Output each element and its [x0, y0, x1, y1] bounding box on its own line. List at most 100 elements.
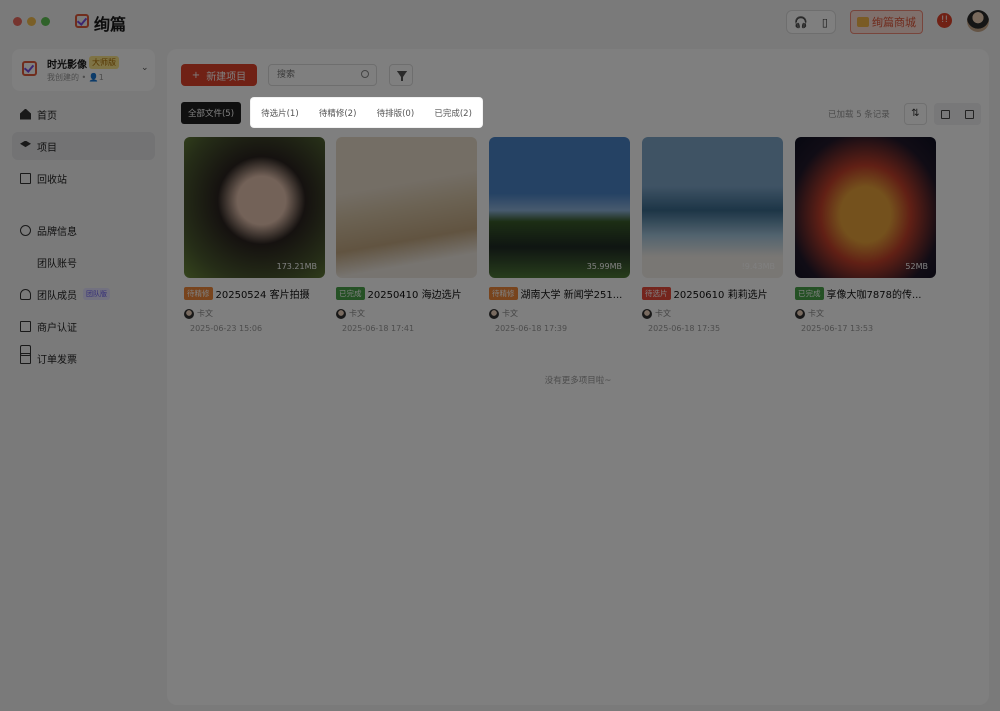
status-badge: 待精修 [184, 287, 213, 300]
project-time: 2025-06-23 15:06 [190, 324, 263, 333]
project-title: 湖南大学 新闻学251... [520, 290, 623, 301]
store-label: 绚篇商城 [872, 16, 916, 29]
owner-avatar [336, 308, 346, 319]
nav-label: 品牌信息 [37, 226, 77, 238]
document-icon [20, 320, 31, 332]
nav-item-merchant-verify[interactable]: 商户认证 [12, 312, 155, 340]
filter-button[interactable] [389, 64, 413, 86]
project-card[interactable]: 52MB 已完成 享像大咖7878的传... 卡文 2025-06-17 13:… [795, 137, 936, 333]
project-title: 20250524 客片拍摄 [215, 290, 310, 301]
tab-pending-retouch[interactable]: 待精修(2) [319, 107, 357, 119]
owner-name: 卡文 [502, 309, 518, 318]
project-title-row: 待精修 湖南大学 新闻学251... [489, 286, 630, 301]
project-card[interactable]: 已完成 20250410 海边选片 卡文 2025-06-18 17:41 [336, 137, 477, 333]
nav-item-home[interactable]: 首页 [12, 100, 155, 128]
notification-badge[interactable]: !! [937, 13, 952, 28]
owner-row: 卡文 [489, 308, 630, 319]
phone-icon[interactable]: ▯ [822, 16, 828, 29]
view-toggle [934, 103, 981, 125]
project-time: 2025-06-18 17:35 [648, 324, 721, 333]
project-thumbnail[interactable] [336, 137, 477, 278]
status-badge: 已完成 [795, 287, 824, 300]
owner-row: 卡文 [336, 308, 477, 319]
app-window: 绚篇 🎧 ▯ 绚篇商城 !! 时光影像 大师版 我创建的 • 👤1 ⌄ 首页 项… [0, 0, 1000, 711]
nav-label: 团队成员 [37, 290, 77, 302]
owner-name: 卡文 [349, 309, 365, 318]
project-title: 20250610 莉莉选片 [673, 290, 768, 301]
headset-icon[interactable]: 🎧 [794, 16, 808, 29]
project-card[interactable]: 35.99MB 待精修 湖南大学 新闻学251... 卡文 2025-06-18… [489, 137, 630, 333]
project-thumbnail[interactable]: 173.21MB [184, 137, 325, 278]
nav-label: 项目 [37, 142, 57, 154]
tab-pending-select[interactable]: 待选片(1) [261, 107, 299, 119]
tab-pending-layout[interactable]: 待排版(0) [377, 107, 415, 119]
tab-all-files[interactable]: 全部文件(5) [181, 102, 241, 124]
status-badge: 待选片 [642, 287, 671, 300]
main-panel: + 新建项目 全部文件(5) 已加载 5 条记录 ⇅ 173.21MB 待精修 … [167, 49, 989, 705]
file-size: 52MB [905, 262, 928, 271]
nav-item-trash[interactable]: 回收站 [12, 164, 155, 192]
owner-avatar [642, 308, 652, 319]
home-icon [20, 108, 31, 120]
project-title-row: 待精修 20250524 客片拍摄 [184, 286, 325, 301]
people-icon [20, 288, 31, 300]
brand-icon [20, 224, 31, 236]
project-thumbnail[interactable]: !9.43MB [642, 137, 783, 278]
owner-avatar [489, 308, 499, 319]
zoom-window-button[interactable] [41, 17, 50, 26]
new-project-button[interactable]: + 新建项目 [181, 64, 257, 86]
grid-view-icon[interactable] [964, 109, 974, 119]
file-size: 35.99MB [586, 262, 622, 271]
nav-item-brand[interactable]: 品牌信息 [12, 216, 155, 244]
new-project-label: 新建项目 [206, 71, 247, 83]
nav-label: 团队账号 [37, 258, 77, 270]
no-more-text: 没有更多项目啦~ [544, 376, 612, 386]
file-size: 173.21MB [276, 262, 317, 271]
project-thumbnail[interactable]: 35.99MB [489, 137, 630, 278]
project-time: 2025-06-18 17:41 [342, 324, 415, 333]
nav-item-team-members[interactable]: 团队成员 团队版 [12, 280, 155, 308]
team-subtitle: 我创建的 • 👤1 [47, 73, 104, 82]
chevron-down-icon: ⌄ [141, 63, 149, 73]
trash-icon [20, 172, 31, 184]
sort-button[interactable]: ⇅ [904, 103, 927, 125]
team-edition-tag: 团队版 [83, 288, 110, 300]
project-title-row: 待选片 20250610 莉莉选片 [642, 286, 783, 301]
owner-avatar [184, 308, 194, 319]
nav-label: 回收站 [37, 174, 67, 186]
device-switcher: 🎧 ▯ [786, 10, 836, 34]
nav-item-team-account[interactable]: 团队账号 [12, 248, 155, 356]
invoice-icon [20, 352, 31, 364]
tab-completed[interactable]: 已完成(2) [434, 107, 472, 119]
close-window-button[interactable] [13, 17, 22, 26]
project-thumbnail[interactable]: 52MB [795, 137, 936, 278]
project-time: 2025-06-18 17:39 [495, 324, 568, 333]
project-time: 2025-06-17 13:53 [801, 324, 874, 333]
minimize-window-button[interactable] [27, 17, 36, 26]
owner-name: 卡文 [197, 309, 213, 318]
list-view-icon[interactable] [941, 109, 951, 119]
crown-icon [857, 17, 869, 27]
project-card[interactable]: 173.21MB 待精修 20250524 客片拍摄 卡文 2025-06-23… [184, 137, 325, 333]
project-title-row: 已完成 享像大咖7878的传... [795, 286, 936, 301]
owner-row: 卡文 [642, 308, 783, 319]
project-title: 享像大咖7878的传... [826, 290, 922, 301]
project-title-row: 已完成 20250410 海边选片 [336, 286, 477, 301]
user-avatar[interactable] [967, 10, 989, 32]
nav-label: 商户认证 [37, 322, 77, 334]
nav-item-invoices[interactable]: 订单发票 [12, 344, 155, 372]
owner-row: 卡文 [795, 308, 936, 319]
nav-label: 首页 [37, 110, 57, 122]
project-card[interactable]: !9.43MB 待选片 20250610 莉莉选片 卡文 2025-06-18 … [642, 137, 783, 333]
layers-icon [20, 140, 31, 148]
nav-label: 订单发票 [37, 354, 77, 366]
nav-item-projects[interactable]: 项目 [12, 132, 155, 160]
team-switcher[interactable]: 时光影像 大师版 我创建的 • 👤1 ⌄ [12, 49, 155, 91]
plus-icon: + [191, 69, 201, 81]
owner-name: 卡文 [808, 309, 824, 318]
search-icon[interactable] [361, 70, 369, 78]
status-badge: 已完成 [336, 287, 365, 300]
status-badge: 待精修 [489, 287, 518, 300]
store-button[interactable]: 绚篇商城 [850, 10, 923, 34]
owner-avatar [795, 308, 805, 319]
